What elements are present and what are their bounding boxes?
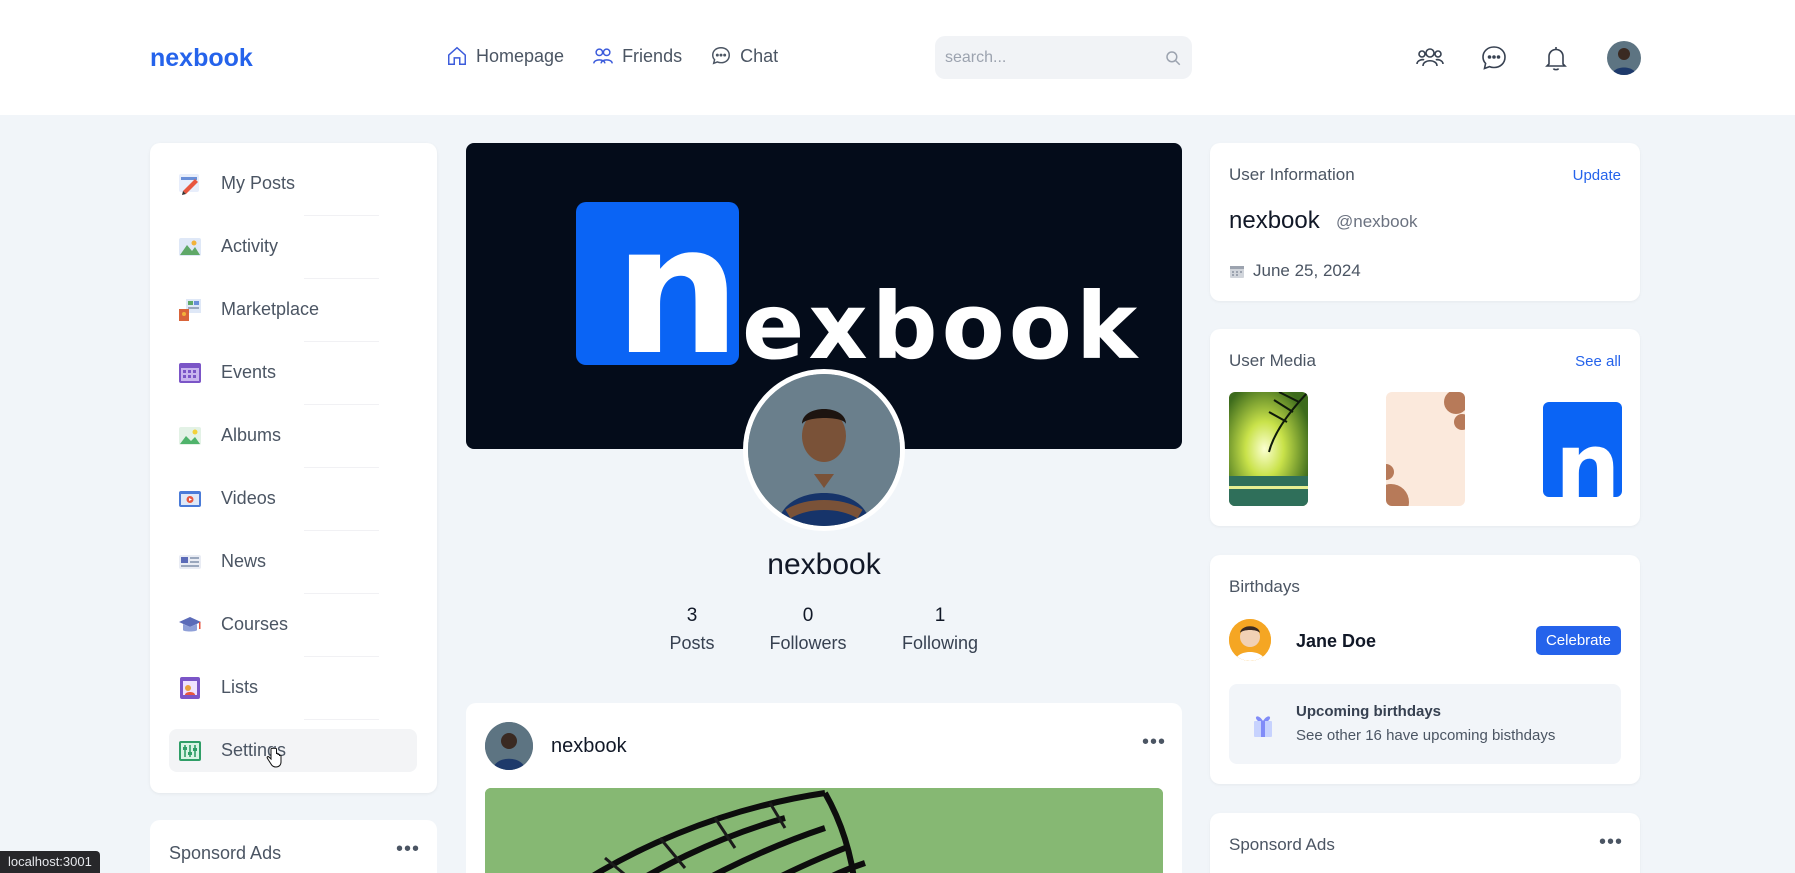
upcoming-birthdays-title: Upcoming birthdays [1296, 703, 1442, 720]
my-posts-icon [177, 171, 203, 197]
nav-homepage[interactable]: Homepage [446, 45, 564, 67]
media-thumbnail[interactable]: n [1543, 402, 1622, 497]
people-icon[interactable] [1415, 43, 1445, 73]
lists-icon [177, 675, 203, 701]
sidebar-item-settings[interactable]: Settings [169, 729, 417, 772]
nav-friends[interactable]: Friends [592, 45, 682, 67]
sidebar-item-label: Marketplace [221, 299, 320, 319]
post-author-name[interactable]: nexbook [551, 735, 627, 758]
ads-right-title: Sponsord Ads [1229, 835, 1335, 854]
media-thumbnail[interactable] [1229, 392, 1308, 506]
stat-posts-label: Posts [669, 633, 715, 653]
media-thumbnail[interactable] [1386, 392, 1465, 506]
upcoming-birthdays[interactable]: Upcoming birthdays See other 16 have upc… [1229, 684, 1621, 764]
birthday-name[interactable]: Jane Doe [1296, 631, 1376, 652]
top-header: nexbook Homepage Friends Chat [0, 0, 1795, 115]
browser-status-bar: localhost:3001 [0, 851, 100, 873]
sidebar-item-albums[interactable]: Albums [169, 414, 417, 468]
sidebar-item-marketplace[interactable]: Marketplace [169, 288, 417, 342]
events-icon [177, 360, 203, 386]
stat-followers-count: 0 [802, 605, 814, 626]
sidebar-item-label: Courses [221, 614, 289, 634]
calendar-icon [1230, 266, 1244, 278]
post-image[interactable] [485, 788, 1163, 873]
sidebar-item-courses[interactable]: Courses [169, 603, 417, 657]
sidebar-item-label: My Posts [221, 173, 296, 193]
nav-chat[interactable]: Chat [710, 45, 778, 67]
nav-chat-label: Chat [740, 45, 779, 66]
stat-posts-count: 3 [686, 605, 698, 626]
nav-friends-label: Friends [622, 45, 683, 66]
user-info-date-text: June 25, 2024 [1253, 261, 1361, 280]
user-info-name: nexbook [1229, 207, 1320, 234]
upcoming-birthdays-text: See other 16 have upcoming bisthdays [1296, 727, 1556, 744]
stat-following-count: 1 [934, 605, 946, 626]
search-box [935, 36, 1192, 79]
videos-icon [177, 486, 203, 512]
profile-name: nexbook [767, 548, 881, 581]
search-icon[interactable] [1164, 49, 1182, 67]
update-link[interactable]: Update [1573, 167, 1621, 184]
birthday-avatar[interactable] [1229, 619, 1271, 661]
stat-followers[interactable]: 0 Followers [766, 605, 850, 654]
sidebar-item-label: Videos [221, 488, 276, 508]
sidebar-item-activity[interactable]: Activity [169, 225, 417, 279]
stat-following[interactable]: 1 Following [899, 605, 981, 654]
user-information-title: User Information [1229, 165, 1355, 184]
albums-icon [177, 423, 203, 449]
more-options-icon[interactable]: ••• [1599, 831, 1623, 854]
celebrate-button[interactable]: Celebrate [1536, 626, 1621, 655]
search-input[interactable] [945, 48, 1155, 67]
post-author-avatar[interactable] [485, 722, 533, 770]
user-media-title: User Media [1229, 351, 1316, 370]
activity-icon [177, 234, 203, 260]
sidebar-item-news[interactable]: News [169, 540, 417, 594]
cover-logo-text: exbook [742, 273, 1142, 380]
post-more-options-icon[interactable]: ••• [1142, 731, 1166, 754]
bell-icon[interactable] [1541, 43, 1571, 73]
nav-homepage-label: Homepage [476, 45, 565, 66]
feed-post: nexbook ••• [466, 703, 1182, 873]
sponsored-ads-right: Sponsord Ads ••• [1210, 813, 1640, 873]
friends-icon [593, 48, 613, 64]
news-icon [177, 549, 203, 575]
cover-logo-n: n [614, 187, 741, 394]
hand-cursor-icon [266, 748, 282, 768]
sidebar-item-label: Events [221, 362, 277, 382]
ads-title: Sponsord Ads [169, 843, 282, 863]
sidebar-item-label: Albums [221, 425, 282, 445]
stat-following-label: Following [901, 633, 979, 653]
birthdays-card: Birthdays Jane Doe Celebrate Upcoming bi… [1210, 555, 1640, 784]
sidebar-item-videos[interactable]: Videos [169, 477, 417, 531]
settings-icon [177, 738, 203, 764]
sidebar-item-label: Activity [221, 236, 279, 256]
user-info-date: June 25, 2024 [1229, 261, 1361, 281]
app-logo[interactable]: nexbook [150, 44, 253, 73]
sponsored-ads-left: Sponsord Ads ••• [150, 820, 437, 873]
sidebar-item-lists[interactable]: Lists [169, 666, 417, 720]
main-nav: Homepage Friends Chat [446, 45, 778, 67]
svg-text:n: n [1555, 413, 1621, 497]
marketplace-icon [177, 297, 203, 323]
user-information-card: User Information Update nexbook @nexbook… [1210, 143, 1640, 301]
birthdays-title: Birthdays [1229, 577, 1300, 596]
gift-icon [1254, 716, 1272, 737]
left-sidebar: My Posts Activity Marketplace Events Alb… [150, 143, 437, 793]
profile-avatar[interactable] [743, 369, 905, 531]
see-all-link[interactable]: See all [1575, 353, 1621, 370]
stat-posts[interactable]: 3 Posts [662, 605, 722, 654]
stat-followers-label: Followers [769, 633, 847, 653]
cover-logo-box: n [576, 202, 741, 380]
sidebar-item-label: News [221, 551, 267, 571]
message-icon[interactable] [1479, 43, 1509, 73]
home-icon [448, 46, 466, 65]
user-info-handle: @nexbook [1336, 212, 1418, 231]
sidebar-item-label: Lists [221, 677, 259, 697]
sidebar-item-events[interactable]: Events [169, 351, 417, 405]
user-avatar[interactable] [1607, 41, 1641, 75]
more-options-icon[interactable]: ••• [396, 838, 420, 861]
courses-icon [177, 612, 203, 638]
sidebar-item-my-posts[interactable]: My Posts [169, 162, 417, 216]
chat-icon [712, 47, 731, 65]
